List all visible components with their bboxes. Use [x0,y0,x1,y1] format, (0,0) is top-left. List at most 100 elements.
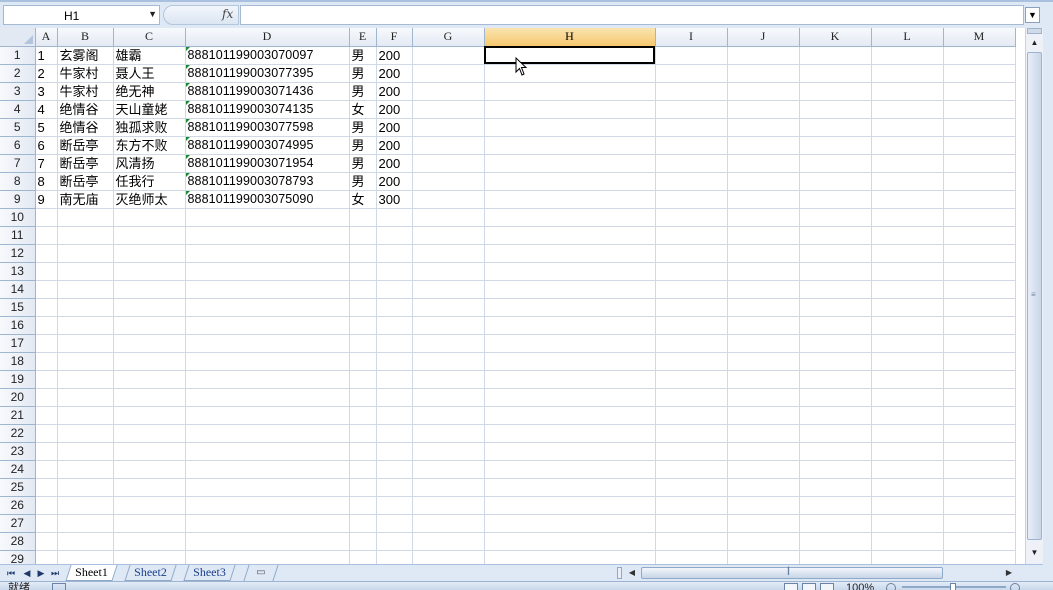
cell-c[interactable] [113,316,186,335]
cell-c[interactable] [113,352,186,371]
cell-l[interactable] [871,154,944,173]
row-header[interactable]: 22 [0,424,36,443]
cell-k[interactable] [799,100,872,119]
cell-a[interactable]: 1 [35,46,58,65]
cell-l[interactable] [871,208,944,227]
cell-d[interactable] [185,532,350,551]
cell-h[interactable] [484,478,656,497]
cell-i[interactable] [655,424,728,443]
horizontal-scroll-thumb[interactable]: ||| [641,565,943,579]
cell-e[interactable] [349,496,377,515]
cell-j[interactable] [727,82,800,101]
cell-k[interactable] [799,118,872,137]
cell-h[interactable] [484,370,656,389]
cell-k[interactable] [799,172,872,191]
cell-l[interactable] [871,478,944,497]
cell-a[interactable] [35,550,58,564]
cell-c[interactable]: 东方不败 [113,136,186,155]
cell-i[interactable] [655,334,728,353]
cell-d[interactable]: 888101199003075090 [185,190,350,209]
cell-f[interactable] [376,478,413,497]
zoom-out-icon[interactable] [886,583,896,590]
cell-m[interactable] [943,514,1016,533]
cell-d[interactable]: 888101199003074995 [185,136,350,155]
cell-f[interactable] [376,406,413,425]
cell-m[interactable] [943,226,1016,245]
cell-b[interactable] [57,244,114,263]
cell-e[interactable] [349,406,377,425]
cell-f[interactable] [376,514,413,533]
cell-b[interactable]: 绝情谷 [57,118,114,137]
cell-e[interactable]: 男 [349,82,377,101]
cell-g[interactable] [412,172,485,191]
cell-m[interactable] [943,118,1016,137]
cell-i[interactable] [655,532,728,551]
cell-b[interactable]: 绝情谷 [57,100,114,119]
cell-i[interactable] [655,208,728,227]
cell-f[interactable]: 300 [376,190,413,209]
cell-g[interactable] [412,244,485,263]
cell-m[interactable] [943,136,1016,155]
cell-e[interactable] [349,478,377,497]
column-header-d[interactable]: D [185,28,350,47]
cell-a[interactable]: 5 [35,118,58,137]
cell-b[interactable]: 牛家村 [57,82,114,101]
page-break-view-icon[interactable] [820,583,834,590]
cell-j[interactable] [727,298,800,317]
last-sheet-icon[interactable]: ⏭ [48,566,62,580]
cell-a[interactable] [35,226,58,245]
cell-k[interactable] [799,532,872,551]
cell-c[interactable] [113,478,186,497]
cell-e[interactable] [349,262,377,281]
cell-g[interactable] [412,82,485,101]
cell-f[interactable] [376,460,413,479]
row-header[interactable]: 13 [0,262,36,281]
cell-b[interactable] [57,550,114,564]
cell-k[interactable] [799,154,872,173]
cell-g[interactable] [412,532,485,551]
cell-k[interactable] [799,280,872,299]
cell-k[interactable] [799,136,872,155]
column-header-a[interactable]: A [35,28,58,47]
cell-l[interactable] [871,118,944,137]
cell-e[interactable] [349,208,377,227]
row-header[interactable]: 26 [0,496,36,515]
cell-d[interactable] [185,262,350,281]
row-header[interactable]: 10 [0,208,36,227]
cell-l[interactable] [871,388,944,407]
cell-g[interactable] [412,388,485,407]
cell-l[interactable] [871,64,944,83]
cell-f[interactable]: 200 [376,154,413,173]
cell-c[interactable]: 风清扬 [113,154,186,173]
cell-a[interactable]: 2 [35,64,58,83]
sheet-tab-sheet2[interactable]: Sheet2 [124,565,177,581]
cell-c[interactable]: 天山童姥 [113,100,186,119]
cell-j[interactable] [727,280,800,299]
cell-f[interactable]: 200 [376,46,413,65]
cell-m[interactable] [943,64,1016,83]
cell-h[interactable] [484,244,656,263]
cell-e[interactable] [349,244,377,263]
cell-d[interactable] [185,352,350,371]
cell-k[interactable] [799,208,872,227]
cell-g[interactable] [412,136,485,155]
cell-l[interactable] [871,550,944,564]
tab-split-box[interactable] [617,567,622,579]
spreadsheet-grid[interactable]: ABCDEFGHIJKLM 1 1 玄雾阁 雄霸 888101199003070097 男… [0,28,1025,564]
cell-m[interactable] [943,424,1016,443]
cell-h[interactable] [484,82,656,101]
cell-k[interactable] [799,244,872,263]
cell-h[interactable] [484,388,656,407]
cell-h[interactable] [484,64,656,83]
cell-d[interactable] [185,406,350,425]
column-header-e[interactable]: E [349,28,377,47]
cell-d[interactable] [185,280,350,299]
cell-l[interactable] [871,424,944,443]
cell-d[interactable] [185,550,350,564]
chevron-down-icon[interactable]: ▼ [148,9,157,19]
cell-k[interactable] [799,226,872,245]
cell-h[interactable] [484,136,656,155]
column-header-j[interactable]: J [727,28,800,47]
cell-a[interactable]: 3 [35,82,58,101]
cell-k[interactable] [799,442,872,461]
